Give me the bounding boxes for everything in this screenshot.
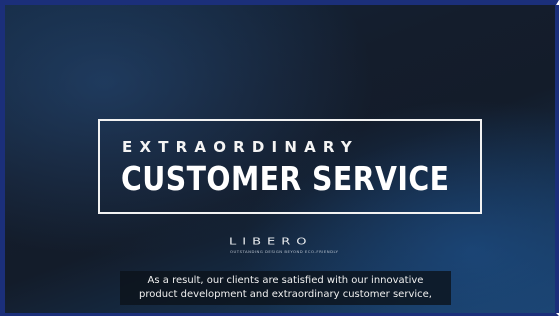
caption-line-2: product development and extraordinary cu… bbox=[139, 289, 432, 300]
logo-tagline: OUTSTANDING DESIGN BEYOND ECO-FRIENDLY bbox=[230, 249, 339, 254]
title-card: EXTRAORDINARY CUSTOMER SERVICE bbox=[98, 119, 482, 214]
libero-logo: LIBERO OUTSTANDING DESIGN BEYOND ECO-FRI… bbox=[229, 236, 339, 256]
logo-brand: LIBERO bbox=[229, 236, 313, 248]
title-line-1: EXTRAORDINARY bbox=[122, 138, 359, 156]
video-player[interactable]: EXTRAORDINARY CUSTOMER SERVICE LIBERO OU… bbox=[5, 5, 555, 313]
subtitle-caption: As a result, our clients are satisfied w… bbox=[120, 271, 451, 305]
title-line-2: CUSTOMER SERVICE bbox=[121, 159, 450, 198]
caption-line-1: As a result, our clients are satisfied w… bbox=[147, 275, 424, 286]
